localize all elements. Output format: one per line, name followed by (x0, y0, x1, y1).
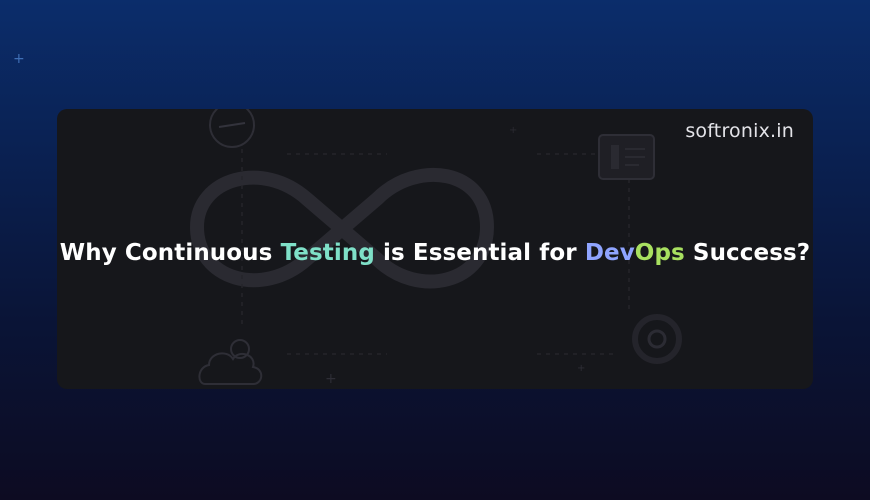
page-title: Why Continuous Testing is Essential for … (57, 240, 813, 266)
sparkle-icon: + (13, 51, 25, 67)
stopwatch-icon (209, 109, 255, 148)
headline-part-1: Why Continuous (59, 240, 281, 266)
headline-part-3: Success? (684, 240, 811, 266)
headline-highlight-ops: Ops (634, 240, 685, 266)
headline-highlight-testing: Testing (280, 240, 375, 266)
cloud-gear-icon (198, 339, 263, 385)
brand-logo-text[interactable]: softronix.in (685, 120, 794, 142)
svg-text:+: + (509, 125, 517, 136)
svg-text:+: + (577, 363, 585, 374)
banner-card: + + + softronix.in Why Continuous Testin… (57, 109, 813, 389)
svg-text:+: + (325, 371, 337, 387)
page: { "brand": "softronix.in", "headline": {… (0, 0, 870, 500)
headline-highlight-dev: Dev (584, 240, 635, 266)
document-icon (598, 134, 655, 180)
headline-part-2: is Essential for (374, 240, 585, 266)
gear-icon (632, 314, 682, 364)
